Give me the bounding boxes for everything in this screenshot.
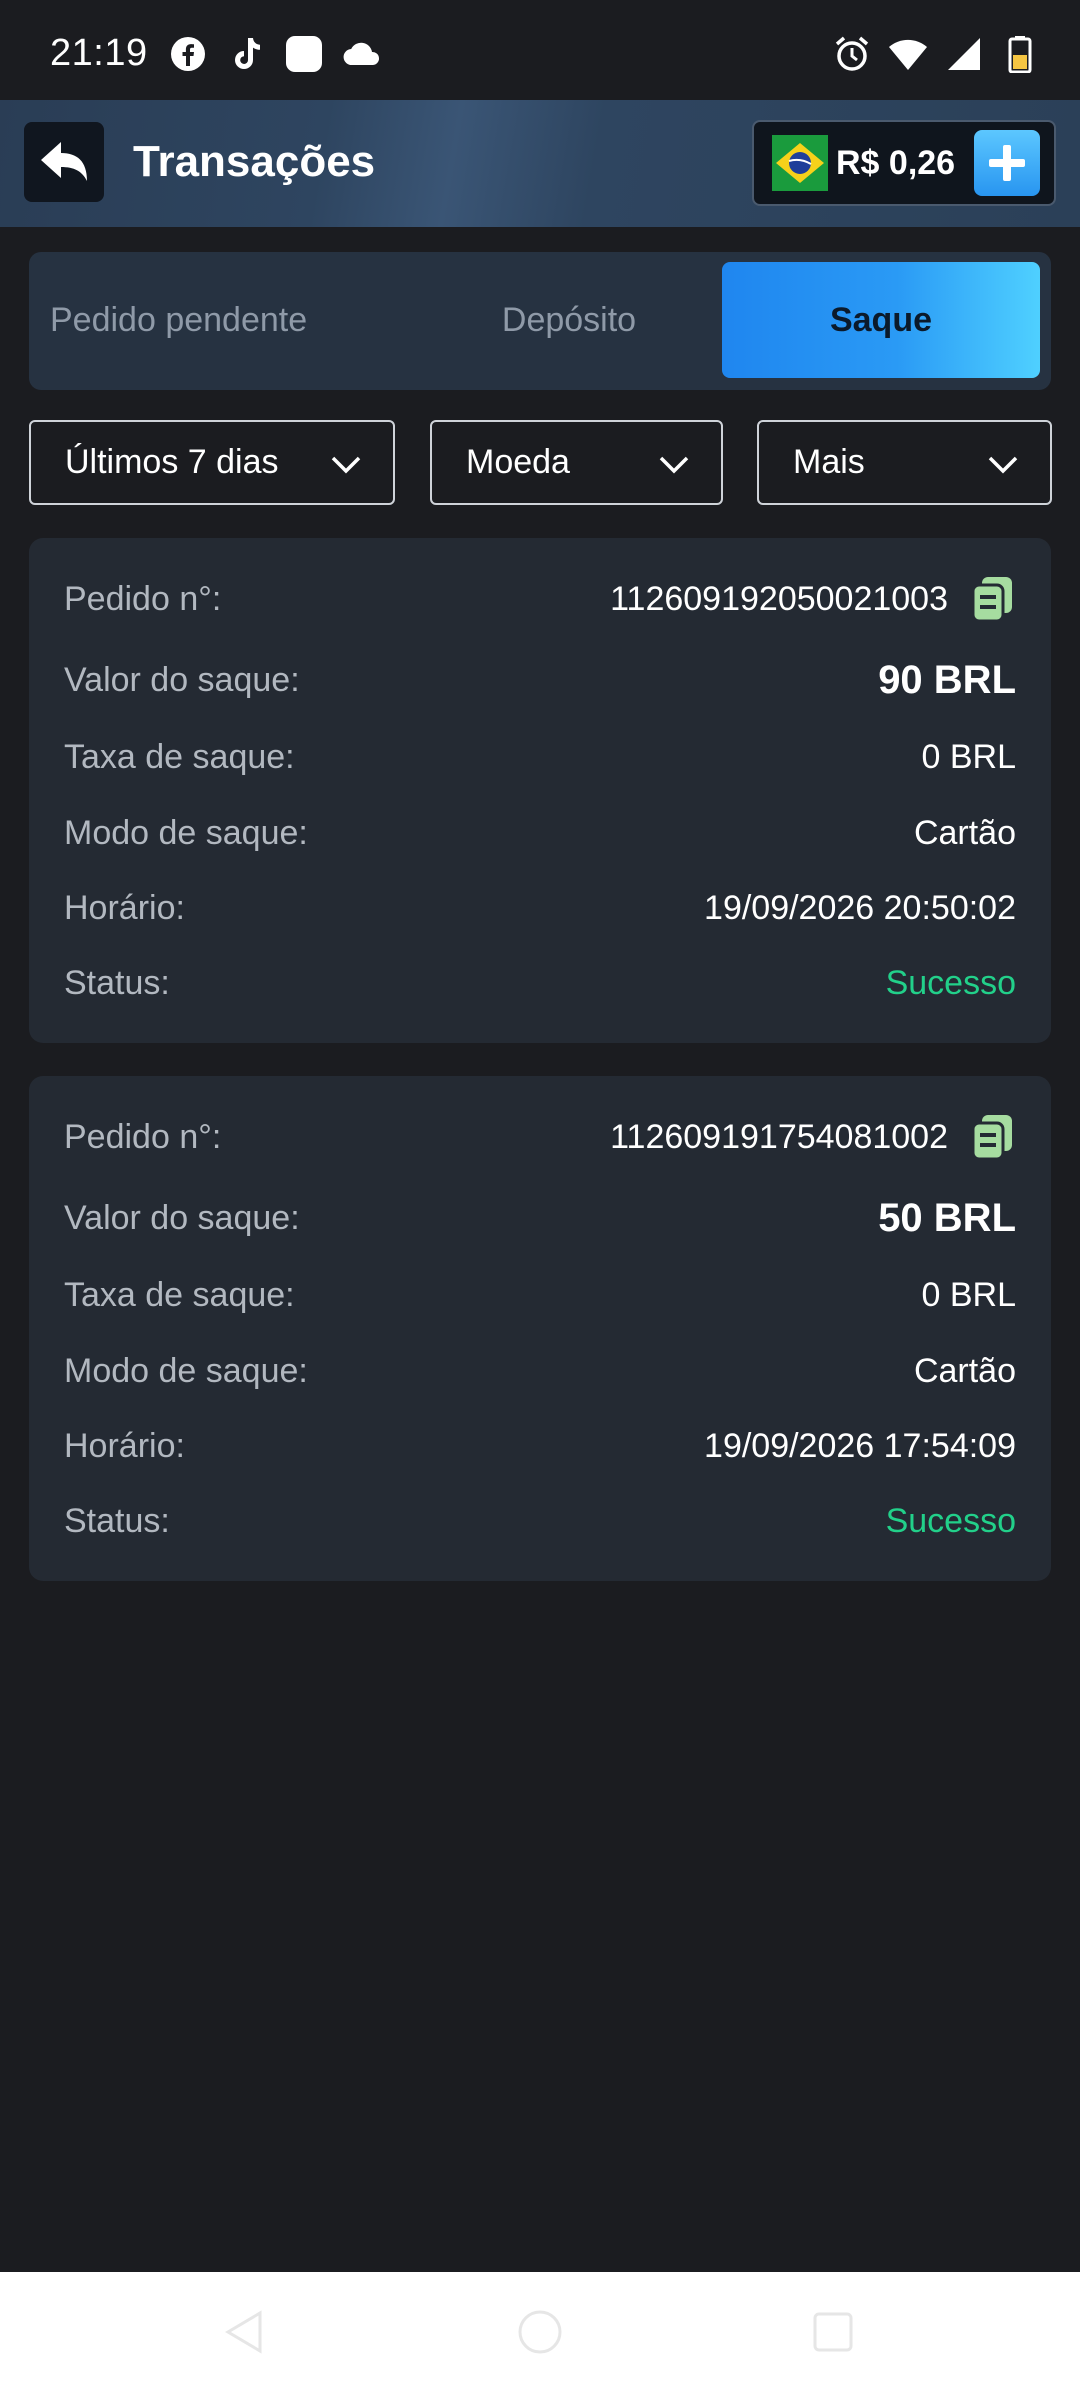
mode-value: Cartão bbox=[913, 813, 1016, 852]
mode-row: Modo de saque: Cartão bbox=[64, 808, 1016, 858]
time-value: 19/09/2026 20:50:02 bbox=[704, 888, 1016, 927]
order-number-value: 112609191754081002 bbox=[610, 1113, 1016, 1161]
signal-icon bbox=[944, 34, 984, 74]
chevron-down-icon bbox=[659, 456, 689, 474]
amount-value: 90 BRL bbox=[878, 657, 1016, 702]
order-number-row: Pedido n°: 112609191754081002 bbox=[64, 1112, 1016, 1162]
back-arrow-icon bbox=[41, 142, 87, 181]
status-bar: 21:19 bbox=[0, 0, 1080, 100]
page-title: Transações bbox=[133, 137, 376, 186]
mode-row: Modo de saque: Cartão bbox=[64, 1346, 1016, 1396]
status-label: Status: bbox=[64, 1501, 170, 1540]
amount-row: Valor do saque: 50 BRL bbox=[64, 1193, 1016, 1243]
time-row: Horário: 19/09/2026 17:54:09 bbox=[64, 1421, 1016, 1471]
status-value: Sucesso bbox=[885, 1501, 1016, 1540]
wifi-icon bbox=[888, 34, 928, 74]
chevron-down-icon bbox=[988, 456, 1018, 474]
facebook-icon bbox=[168, 34, 208, 74]
more-filter-label: Mais bbox=[793, 443, 865, 481]
amount-label: Valor do saque: bbox=[64, 1198, 300, 1237]
transaction-card: Pedido n°: 112609192050021003 Valor do s… bbox=[29, 538, 1051, 1043]
fee-row: Taxa de saque: 0 BRL bbox=[64, 732, 1016, 782]
back-button[interactable] bbox=[24, 122, 104, 202]
time-label: Horário: bbox=[64, 888, 185, 927]
time-row: Horário: 19/09/2026 20:50:02 bbox=[64, 883, 1016, 933]
transaction-card: Pedido n°: 112609191754081002 Valor do s… bbox=[29, 1076, 1051, 1581]
more-filter-dropdown[interactable]: Mais bbox=[757, 420, 1052, 505]
app-header: Transações R$ 0,26 bbox=[0, 100, 1080, 227]
system-nav-bar bbox=[0, 2272, 1080, 2400]
period-filter-dropdown[interactable]: Últimos 7 dias bbox=[29, 420, 395, 505]
order-number-text: 112609192050021003 bbox=[610, 579, 948, 618]
cloud-icon bbox=[342, 34, 382, 74]
fee-label: Taxa de saque: bbox=[64, 1275, 295, 1314]
fee-value: 0 BRL bbox=[921, 1275, 1017, 1314]
fee-value: 0 BRL bbox=[921, 737, 1017, 776]
order-number-label: Pedido n°: bbox=[64, 579, 222, 618]
status-value: Sucesso bbox=[885, 963, 1016, 1002]
add-funds-button[interactable] bbox=[974, 130, 1040, 196]
currency-filter-label: Moeda bbox=[466, 443, 570, 481]
mode-value: Cartão bbox=[913, 1351, 1016, 1390]
tab-saque[interactable]: Saque bbox=[722, 262, 1040, 378]
alarm-icon bbox=[832, 34, 872, 74]
amount-label: Valor do saque: bbox=[64, 660, 300, 699]
order-number-value: 112609192050021003 bbox=[610, 575, 1016, 623]
chevron-down-icon bbox=[331, 456, 361, 474]
order-number-row: Pedido n°: 112609192050021003 bbox=[64, 574, 1016, 624]
amount-row: Valor do saque: 90 BRL bbox=[64, 655, 1016, 705]
nav-home-button[interactable] bbox=[510, 2302, 570, 2362]
app-icon bbox=[284, 34, 324, 74]
order-number-label: Pedido n°: bbox=[64, 1117, 222, 1156]
transaction-tabs: Pedido pendente Depósito Saque bbox=[29, 252, 1051, 390]
nav-back-button[interactable] bbox=[215, 2302, 275, 2362]
copy-icon[interactable] bbox=[970, 1113, 1016, 1161]
brazil-flag-icon bbox=[772, 135, 828, 191]
balance-value: R$ 0,26 bbox=[836, 143, 956, 182]
copy-icon[interactable] bbox=[970, 575, 1016, 623]
currency-filter-dropdown[interactable]: Moeda bbox=[430, 420, 723, 505]
nav-recents-button[interactable] bbox=[803, 2302, 863, 2362]
status-time: 21:19 bbox=[50, 32, 148, 74]
period-filter-label: Últimos 7 dias bbox=[65, 443, 279, 481]
order-number-text: 112609191754081002 bbox=[610, 1117, 948, 1156]
circle-home-icon bbox=[518, 2310, 562, 2354]
battery-icon bbox=[1000, 34, 1040, 74]
fee-row: Taxa de saque: 0 BRL bbox=[64, 1270, 1016, 1320]
fee-label: Taxa de saque: bbox=[64, 737, 295, 776]
time-value: 19/09/2026 17:54:09 bbox=[704, 1426, 1016, 1465]
mode-label: Modo de saque: bbox=[64, 1351, 308, 1390]
tab-pedido-pendente[interactable]: Pedido pendente bbox=[33, 262, 373, 378]
balance-widget[interactable]: R$ 0,26 bbox=[752, 120, 1056, 206]
square-recents-icon bbox=[813, 2312, 853, 2352]
status-label: Status: bbox=[64, 963, 170, 1002]
triangle-back-icon bbox=[225, 2310, 262, 2354]
time-label: Horário: bbox=[64, 1426, 185, 1465]
status-row: Status: Sucesso bbox=[64, 1496, 1016, 1546]
tiktok-icon bbox=[226, 34, 266, 74]
status-row: Status: Sucesso bbox=[64, 958, 1016, 1008]
plus-icon bbox=[989, 145, 1025, 181]
amount-value: 50 BRL bbox=[878, 1195, 1016, 1240]
mode-label: Modo de saque: bbox=[64, 813, 308, 852]
tab-deposito[interactable]: Depósito bbox=[399, 262, 739, 378]
